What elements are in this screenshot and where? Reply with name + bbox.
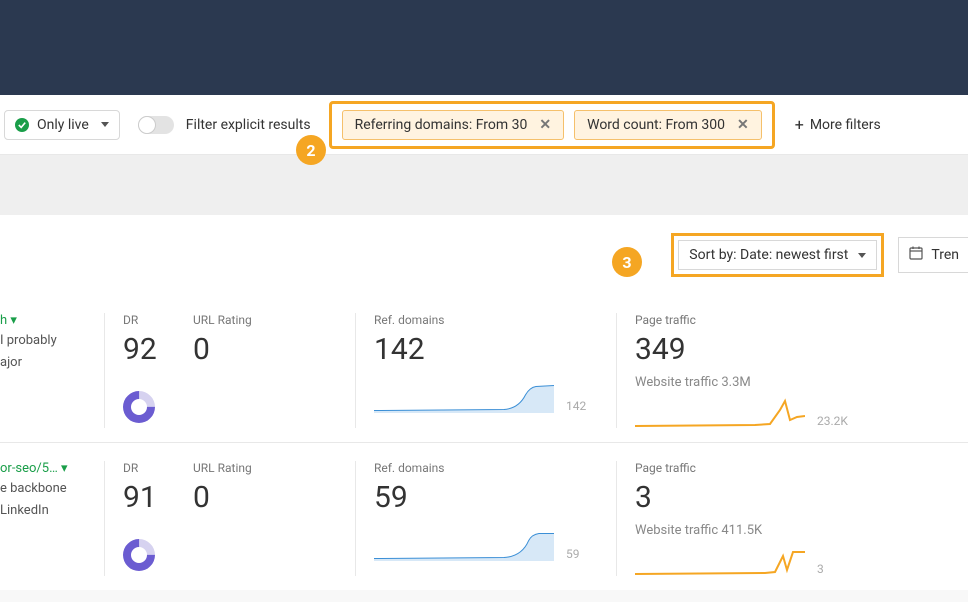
website-traffic-label: Website traffic 411.5K (635, 523, 950, 538)
pt-end-value: 3 (817, 562, 824, 576)
more-filters-button[interactable]: + More filters (795, 115, 881, 134)
page-traffic-cell: Page traffic 349 Website traffic 3.3M 23… (617, 313, 968, 428)
ref-domains-sparkline (374, 383, 554, 413)
ur-value: 0 (193, 335, 337, 365)
rd-label: Ref. domains (374, 313, 598, 327)
page-traffic-cell: Page traffic 3 Website traffic 411.5K 3 (617, 461, 968, 576)
url-rating-cell: URL Rating 0 (175, 313, 355, 428)
explicit-toggle[interactable] (138, 116, 174, 134)
rd-value: 59 (374, 483, 598, 513)
website-traffic-label: Website traffic 3.3M (635, 375, 950, 390)
caret-down-icon (858, 253, 866, 258)
pt-label: Page traffic (635, 461, 950, 475)
chip-label: Word count: From 300 (587, 117, 725, 133)
pt-label: Page traffic (635, 313, 950, 327)
sort-dropdown[interactable]: Sort by: Date: newest first (678, 240, 877, 270)
explicit-label: Filter explicit results (186, 117, 311, 133)
dr-value: 92 (123, 335, 157, 365)
sort-highlight-box: Sort by: Date: newest first (671, 233, 884, 277)
result-snippet: I probably (0, 332, 94, 350)
rd-value: 142 (374, 335, 598, 365)
caret-down-icon (101, 122, 109, 127)
spacer-strip (0, 155, 968, 215)
dr-value: 91 (123, 483, 157, 513)
result-snippet: e backbone (0, 480, 94, 498)
close-icon[interactable]: ✕ (737, 117, 749, 133)
page-traffic-sparkline (635, 546, 805, 576)
page-traffic-sparkline (635, 398, 805, 428)
results-list: h ▾ I probably ajor DR 92 URL Rating 0 R… (0, 295, 968, 590)
filter-chip-word-count[interactable]: Word count: From 300 ✕ (574, 110, 762, 140)
result-title-cell: or-seo/5… ▾ e backbone LinkedIn (0, 461, 104, 576)
chip-label: Referring domains: From 30 (355, 117, 528, 133)
applied-filters-group: Referring domains: From 30 ✕ Word count:… (329, 101, 775, 149)
sort-label: Sort by: Date: newest first (689, 247, 848, 263)
filter-bar: Only live Filter explicit results Referr… (0, 95, 968, 155)
result-row: h ▾ I probably ajor DR 92 URL Rating 0 R… (0, 295, 968, 443)
filter-chip-referring-domains[interactable]: Referring domains: From 30 ✕ (342, 110, 565, 140)
donut-chart-icon (116, 532, 161, 577)
pt-value: 3 (635, 483, 950, 513)
rd-label: Ref. domains (374, 461, 598, 475)
plus-icon: + (795, 115, 804, 134)
annotation-badge-3: 3 (612, 247, 642, 277)
ur-label: URL Rating (193, 461, 337, 475)
donut-chart-icon (116, 384, 161, 429)
trend-label: Tren (931, 247, 959, 263)
calendar-icon (909, 246, 923, 264)
check-circle-icon (15, 118, 29, 132)
dr-cell: DR 91 (105, 461, 175, 576)
result-row: or-seo/5… ▾ e backbone LinkedIn DR 91 UR… (0, 443, 968, 590)
ref-domains-cell: Ref. domains 59 59 (356, 461, 616, 576)
only-live-label: Only live (37, 117, 89, 133)
caret-down-icon: ▾ (10, 313, 17, 328)
result-snippet: ajor (0, 354, 94, 372)
dr-label: DR (123, 313, 157, 327)
toggle-knob (138, 116, 156, 134)
dr-label: DR (123, 461, 157, 475)
sort-row: 3 Sort by: Date: newest first Tren (0, 215, 968, 295)
annotation-badge-2: 2 (296, 135, 326, 165)
result-link[interactable]: h ▾ (0, 313, 17, 328)
dr-cell: DR 92 (105, 313, 175, 428)
result-link[interactable]: or-seo/5… ▾ (0, 461, 68, 476)
ref-domains-cell: Ref. domains 142 142 (356, 313, 616, 428)
result-title-cell: h ▾ I probably ajor (0, 313, 104, 428)
ref-domains-sparkline (374, 531, 554, 561)
caret-down-icon: ▾ (61, 461, 68, 476)
pt-value: 349 (635, 335, 950, 365)
rd-end-value: 59 (566, 547, 580, 561)
only-live-dropdown[interactable]: Only live (4, 110, 120, 140)
rd-end-value: 142 (566, 399, 586, 413)
ur-label: URL Rating (193, 313, 337, 327)
trend-button[interactable]: Tren (898, 237, 968, 273)
top-banner (0, 0, 968, 95)
result-snippet: LinkedIn (0, 502, 94, 520)
more-filters-label: More filters (810, 117, 881, 133)
close-icon[interactable]: ✕ (539, 117, 551, 133)
url-rating-cell: URL Rating 0 (175, 461, 355, 576)
ur-value: 0 (193, 483, 337, 513)
pt-end-value: 23.2K (817, 414, 848, 428)
